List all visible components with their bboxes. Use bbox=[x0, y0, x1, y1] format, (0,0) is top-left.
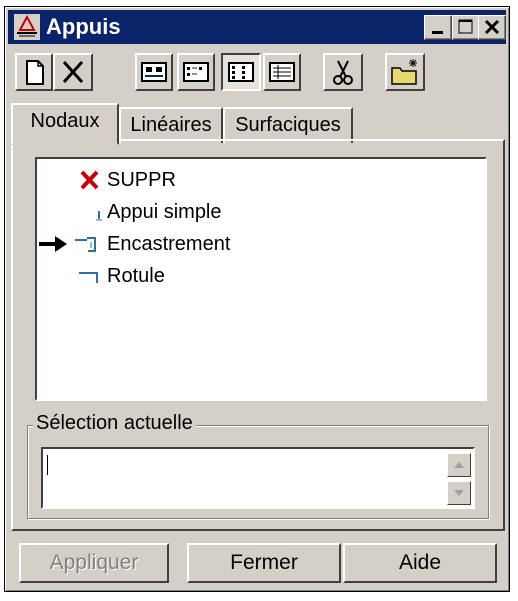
new-button[interactable] bbox=[15, 53, 53, 91]
new-folder-icon bbox=[391, 59, 417, 85]
view-list-icon bbox=[228, 62, 254, 82]
apply-button[interactable]: Appliquer bbox=[19, 543, 169, 583]
minimize-button[interactable] bbox=[424, 15, 452, 40]
new-folder-button[interactable] bbox=[385, 53, 425, 91]
scroll-down-button[interactable] bbox=[447, 481, 471, 505]
selection-textarea[interactable] bbox=[41, 447, 475, 509]
view-small-icons-icon bbox=[183, 62, 209, 82]
selection-label: Sélection actuelle bbox=[33, 412, 196, 435]
view-large-icons-icon bbox=[141, 62, 167, 82]
arrow-right-icon bbox=[39, 236, 67, 252]
red-x-icon bbox=[80, 170, 99, 190]
scroll-down-icon bbox=[454, 490, 464, 496]
delete-button[interactable] bbox=[53, 53, 93, 91]
maximize-button[interactable] bbox=[452, 15, 480, 40]
tab-surfaciques[interactable]: Surfaciques bbox=[223, 107, 353, 143]
view-details-icon bbox=[269, 62, 295, 82]
fixed-support-icon bbox=[75, 237, 96, 252]
new-document-icon bbox=[26, 60, 44, 85]
app-icon bbox=[14, 14, 40, 40]
list-item[interactable]: Encastrement bbox=[37, 229, 485, 259]
view-details-button[interactable] bbox=[263, 53, 301, 91]
hinge-icon bbox=[79, 272, 98, 283]
simple-support-icon bbox=[96, 211, 102, 221]
scroll-up-button[interactable] bbox=[447, 453, 471, 477]
tab-nodaux[interactable]: Nodaux bbox=[11, 103, 119, 145]
help-button[interactable]: Aide bbox=[343, 543, 497, 583]
close-dialog-button[interactable]: Fermer bbox=[187, 543, 341, 583]
cut-button[interactable] bbox=[323, 53, 363, 91]
list-item[interactable]: SUPPR bbox=[37, 165, 485, 195]
scroll-up-icon bbox=[454, 462, 464, 468]
text-caret bbox=[47, 455, 48, 475]
close-icon bbox=[484, 19, 500, 35]
title-bar[interactable]: Appuis bbox=[8, 10, 506, 44]
supports-list[interactable]: SUPPR Appui simple Encastrement Rotule bbox=[35, 157, 487, 401]
minimize-icon bbox=[432, 31, 443, 34]
list-item[interactable]: Appui simple bbox=[37, 197, 485, 227]
view-large-icons-button[interactable] bbox=[135, 53, 173, 91]
window-title: Appuis bbox=[46, 14, 121, 39]
view-list-button[interactable] bbox=[221, 53, 261, 91]
list-item[interactable]: Rotule bbox=[37, 261, 485, 291]
view-small-icons-button[interactable] bbox=[177, 53, 215, 91]
delete-x-icon bbox=[62, 60, 84, 84]
maximize-icon bbox=[458, 19, 473, 34]
close-button[interactable] bbox=[478, 15, 506, 40]
tab-lineaires[interactable]: Linéaires bbox=[119, 107, 223, 143]
appuis-dialog: Appuis Nodaux Linéaires Surfaciques SUPP… bbox=[4, 6, 510, 592]
cut-scissors-icon bbox=[333, 60, 353, 85]
